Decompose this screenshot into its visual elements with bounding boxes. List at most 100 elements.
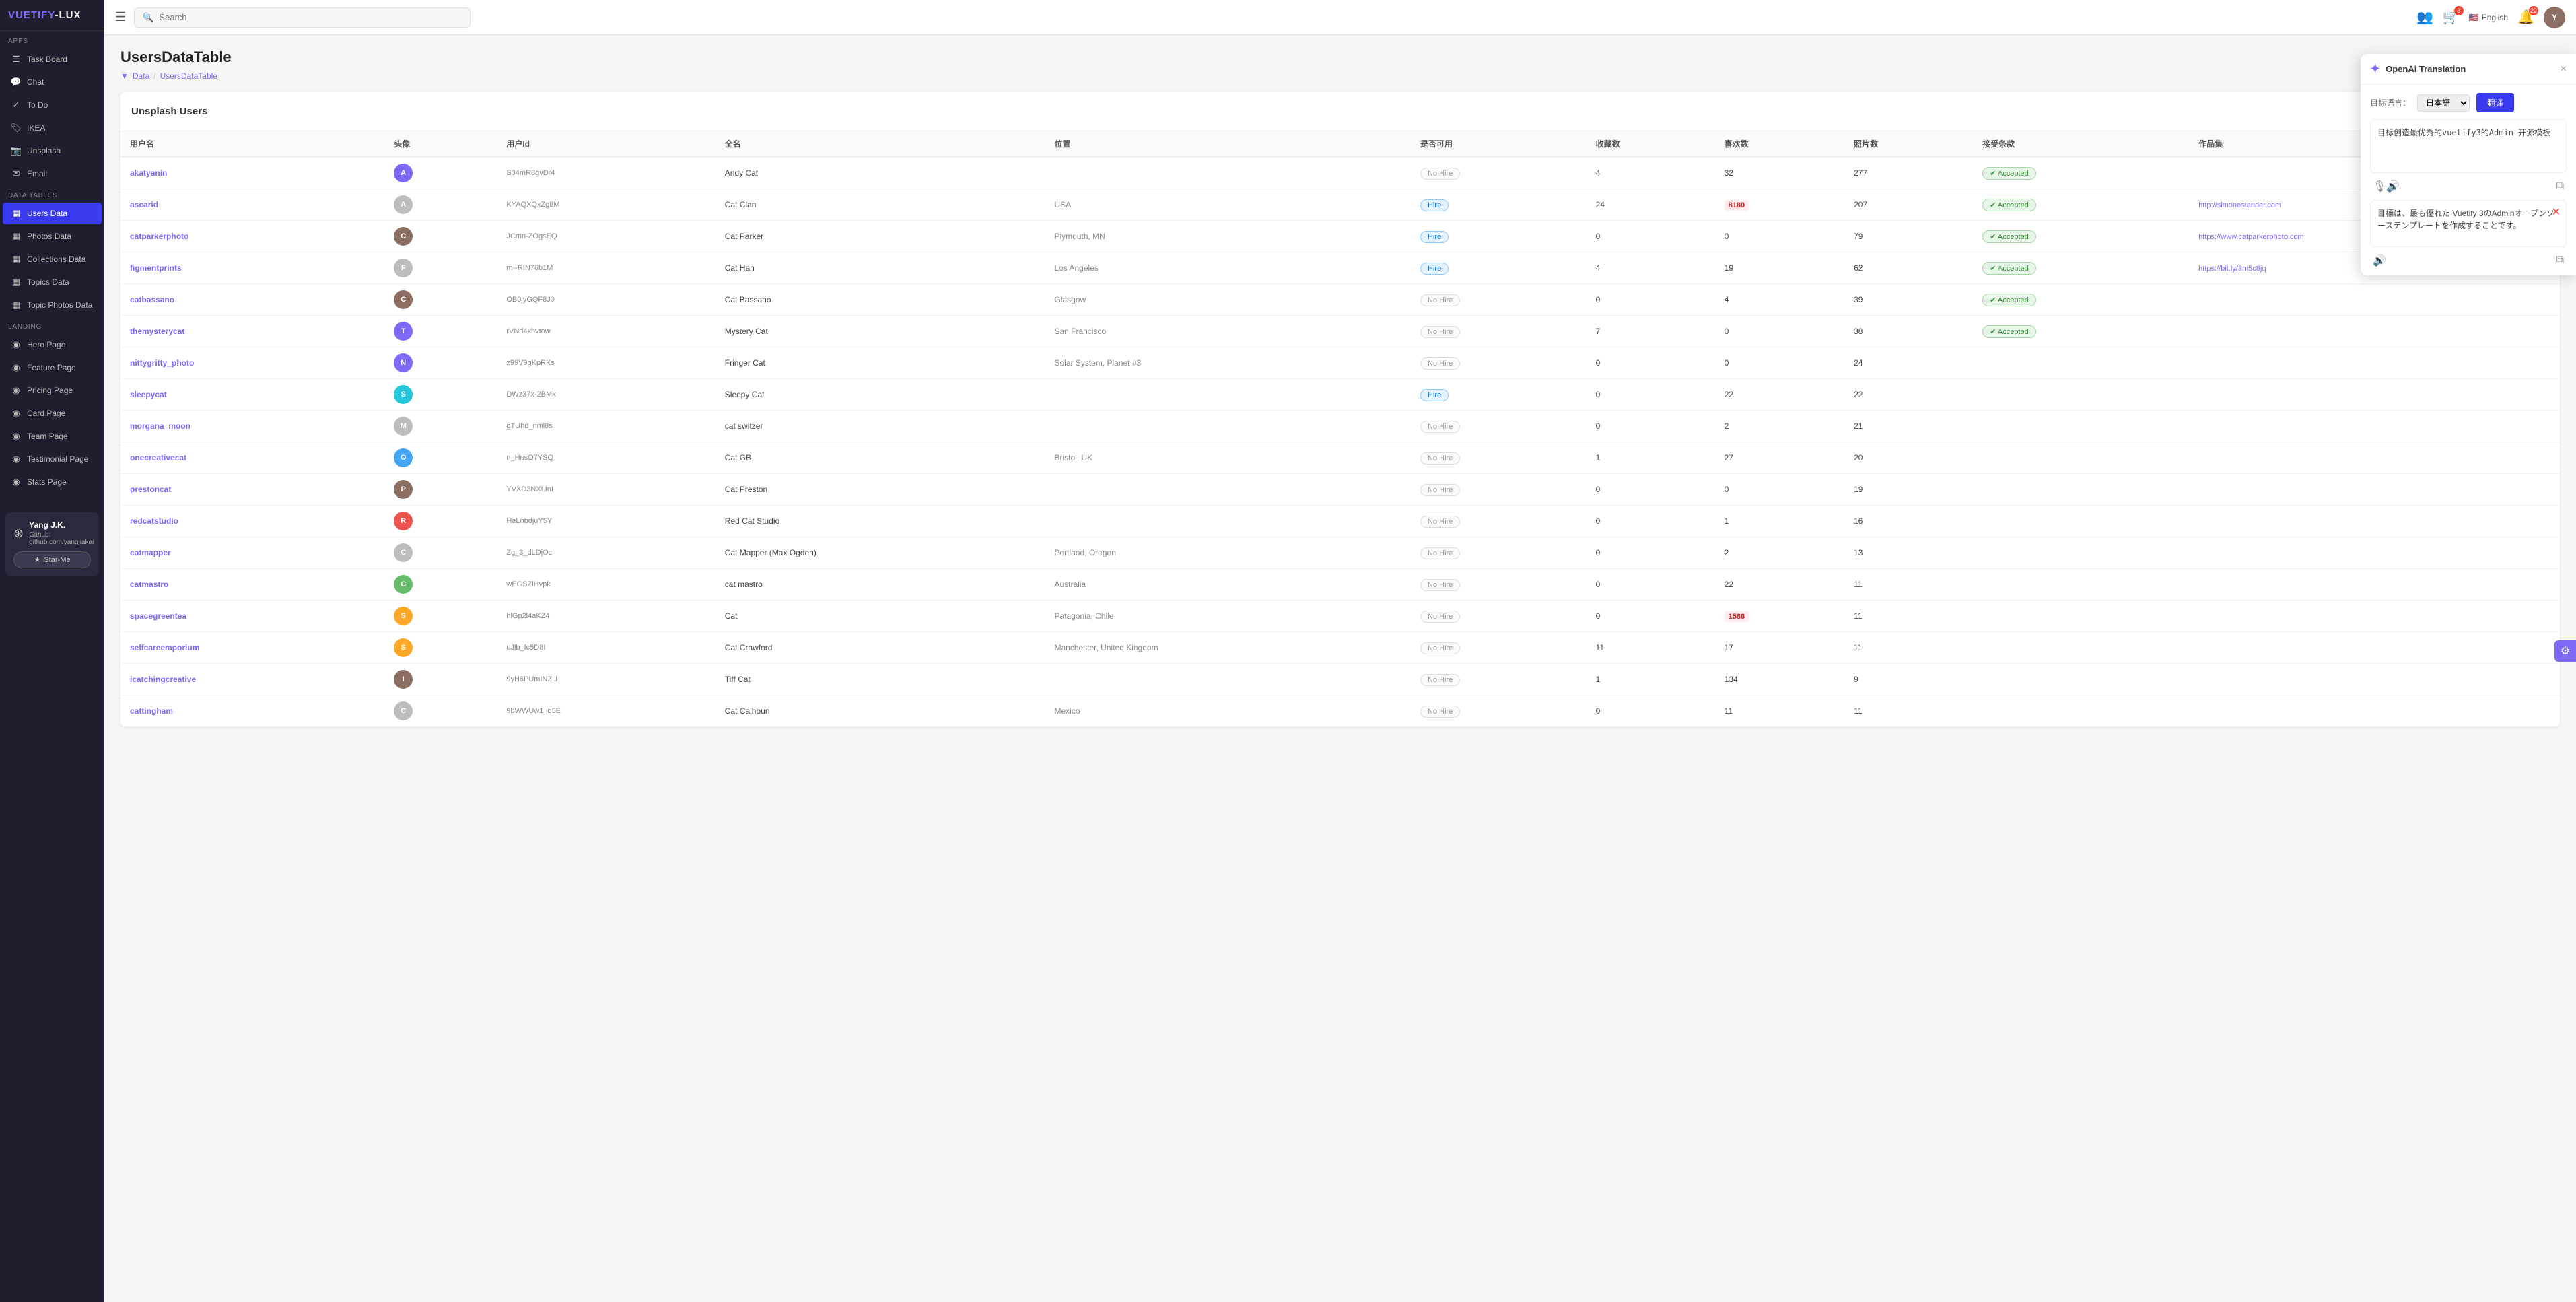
notification-icon[interactable]: 🔔 22 [2517,9,2534,26]
cell-avatar: C [384,569,497,601]
sidebar-item-label: IKEA [27,123,45,133]
mic-icon[interactable]: 🎙 [2373,180,2386,193]
cell-location: San Francisco [1045,316,1411,347]
sidebar-item-todo[interactable]: ✓ To Do [3,94,102,116]
topics-data-icon: ▦ [11,277,22,287]
sidebar-item-collections-data[interactable]: ▦ Collections Data [3,248,102,270]
copy-output-icon[interactable]: ⧉ [2556,254,2564,267]
likes-highlight: 8180 [1725,200,1749,211]
col-status: 是否可用 [1411,131,1587,157]
translation-panel-header: ✦ OpenAi Translation × [2361,54,2576,85]
user-avatar[interactable]: Y [2544,7,2565,28]
portfolio-link[interactable]: http://simonestander.com [2198,201,2281,209]
portfolio-link[interactable]: https://bit.ly/3m5c8jq [2198,265,2266,273]
cell-status: No Hire [1411,316,1587,347]
sidebar-item-team-page[interactable]: ◉ Team Page [3,425,102,447]
user-row-avatar: S [394,385,413,404]
sidebar-item-email[interactable]: ✉ Email [3,163,102,184]
sidebar-item-chat[interactable]: 💬 Chat [3,71,102,93]
clear-output-button[interactable]: ✕ [2552,205,2561,221]
breadcrumb: ▼ Data / UsersDataTable [120,71,2560,81]
menu-toggle-button[interactable]: ☰ [115,10,126,24]
sidebar-item-stats-page[interactable]: ◉ Stats Page [3,471,102,493]
output-volume-icon[interactable]: 🔊 [2373,254,2386,267]
cell-userid: gTUhd_nml8s [497,411,715,442]
cell-portfolio [2189,664,2560,695]
sidebar-item-feature-page[interactable]: ◉ Feature Page [3,357,102,378]
sidebar-item-hero-page[interactable]: ◉ Hero Page [3,334,102,355]
cell-status: No Hire [1411,537,1587,569]
cell-status: No Hire [1411,411,1587,442]
translation-lang-select[interactable]: 日本語 English 中文 [2417,94,2470,112]
translation-input[interactable]: 目标创造最优秀的vuetify3的Admin 开源模板 [2370,119,2567,173]
cell-location: Plymouth, MN [1045,221,1411,252]
translation-title: ✦ OpenAi Translation [2370,62,2466,76]
status-badge: No Hire [1420,547,1460,559]
translate-button[interactable]: 翻译 [2476,93,2514,112]
translation-close-button[interactable]: × [2561,63,2567,75]
cell-username: spacegreentea [120,601,384,632]
breadcrumb-icon: ▼ [120,71,129,81]
sidebar-item-topics-data[interactable]: ▦ Topics Data [3,271,102,293]
cell-portfolio [2189,316,2560,347]
cell-username: icatchingcreative [120,664,384,695]
table-row: themysterycat T rVNd4xhvtow Mystery Cat … [120,316,2560,347]
cell-fullname: Cat Parker [716,221,1045,252]
cell-fullname: Cat Bassano [716,284,1045,316]
translation-input-actions: 🎙 🔊 ⧉ [2370,180,2567,193]
cell-fullname: Cat Han [716,252,1045,284]
users-table: 用户名 头像 用户Id 全名 位置 是否可用 收藏数 喜欢数 照片数 接受条款 … [120,131,2560,727]
sidebar-item-pricing-page[interactable]: ◉ Pricing Page [3,380,102,401]
copy-input-icon[interactable]: ⧉ [2556,180,2564,193]
cell-accepted: ✔ Accepted [1973,316,2189,347]
user-row-avatar: O [394,448,413,467]
cart-icon[interactable]: 🛒 3 [2443,9,2460,26]
user-row-avatar: T [394,322,413,341]
cell-username: catmapper [120,537,384,569]
sidebar-item-topic-photos-data[interactable]: ▦ Topic Photos Data [3,294,102,316]
breadcrumb-parent[interactable]: Data [133,71,149,81]
flag-icon: 🇺🇸 [2469,13,2479,22]
sidebar-item-task-board[interactable]: ☰ Task Board [3,48,102,70]
status-badge: No Hire [1420,706,1460,718]
col-userid: 用户Id [497,131,715,157]
sidebar-item-users-data[interactable]: ▦ Users Data [3,203,102,224]
cell-portfolio [2189,569,2560,601]
cell-photos: 11 [1844,601,1973,632]
sidebar-item-photos-data[interactable]: ▦ Photos Data [3,226,102,247]
sidebar-item-ikea[interactable]: 🏷 IKEA [3,117,102,139]
accepted-badge: ✔ Accepted [1982,294,2036,306]
volume-icon[interactable]: 🔊 [2386,180,2400,193]
language-selector[interactable]: 🇺🇸 English [2469,13,2508,22]
table-row: onecreativecat O n_HnsO7YSQ Cat GB Brist… [120,442,2560,474]
sidebar-item-label: Collections Data [27,254,85,264]
status-badge: No Hire [1420,294,1460,306]
cell-likes: 8180 [1715,189,1844,221]
user-row-avatar: N [394,353,413,372]
translation-toggle-button[interactable]: ⚙ [2554,640,2576,662]
cell-photos: 16 [1844,506,1973,537]
users-data-icon: ▦ [11,208,22,219]
sidebar-item-card-page[interactable]: ◉ Card Page [3,403,102,424]
cell-portfolio [2189,537,2560,569]
star-me-button[interactable]: ★ Star-Me [13,551,91,568]
search-input[interactable] [159,12,462,22]
stats-page-icon: ◉ [11,477,22,487]
sidebar-item-testimonial-page[interactable]: ◉ Testimonial Page [3,448,102,470]
topbar: ☰ 🔍 👥 🛒 3 🇺🇸 English 🔔 22 Y [104,0,2576,35]
portfolio-link[interactable]: https://www.catparkerphoto.com [2198,233,2304,241]
sidebar-item-label: Pricing Page [27,386,73,395]
github-icon: ⊛ [13,526,24,541]
section-data-tables-label: DATA TABLES [0,185,104,202]
table-row: prestoncat P YVXD3NXLInI Cat Preston No … [120,474,2560,506]
unsplash-icon: 📷 [11,145,22,156]
page-title: UsersDataTable [120,48,2560,66]
cell-location [1045,474,1411,506]
status-badge: No Hire [1420,452,1460,465]
people-icon[interactable]: 👥 [2416,9,2433,26]
cell-portfolio [2189,601,2560,632]
col-photos: 照片数 [1844,131,1973,157]
sidebar-item-unsplash[interactable]: 📷 Unsplash [3,140,102,162]
email-icon: ✉ [11,168,22,179]
cell-fullname: Andy Cat [716,157,1045,189]
